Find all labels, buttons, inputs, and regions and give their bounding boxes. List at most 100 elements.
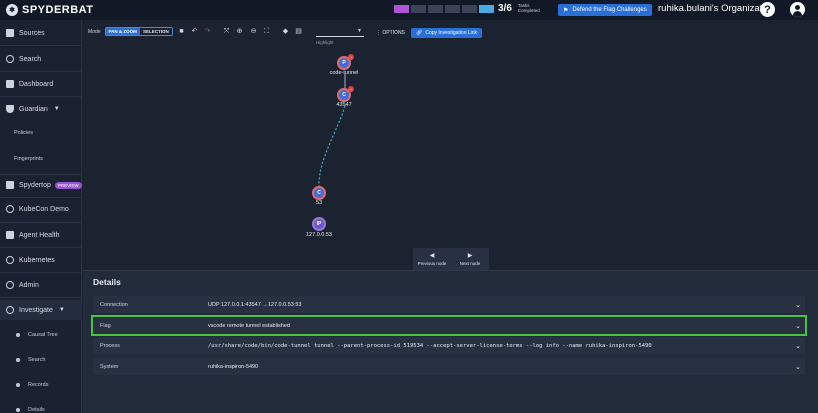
sidebar-item-label: Records <box>28 382 49 388</box>
sidebar-item-details[interactable]: Details <box>0 406 82 413</box>
details-title: Details <box>93 277 121 287</box>
tasks-count: 3/6 <box>498 3 512 14</box>
node-navigation-panel: ◀ Previous node ▶ Next node <box>413 248 489 270</box>
search-icon <box>6 55 14 63</box>
details-row-system[interactable]: System ruhika-inspiron-5490 ⌄ <box>93 358 805 375</box>
defend-flag-label: Defend the Flag Challenges <box>572 7 647 13</box>
chevron-down-icon[interactable]: ⌄ <box>791 363 805 371</box>
sidebar-item-investigate-search[interactable]: Search <box>0 356 82 364</box>
sidebar-item-guardian[interactable]: Guardian ▼ <box>0 104 82 114</box>
top-bar: ✱ SPYDERBAT 3/6 Tasks Completed ⚑ Defend… <box>0 0 818 20</box>
node-label: code-tunnel <box>329 70 359 76</box>
spydertop-icon <box>6 181 14 189</box>
defend-flag-button[interactable]: ⚑ Defend the Flag Challenges <box>558 4 652 16</box>
sidebar-item-label: Kubernetes <box>19 256 55 264</box>
node-label: 53 <box>315 200 323 206</box>
divider <box>0 247 82 248</box>
preview-badge: PREVIEW <box>54 181 82 189</box>
detail-key: System <box>100 363 119 370</box>
kubernetes-icon <box>6 256 14 264</box>
detail-key: Flag <box>100 322 111 329</box>
divider <box>0 272 82 273</box>
details-panel: Details Connection UDP 127.0.0.1:43547 →… <box>83 270 818 413</box>
node-glyph: IP <box>316 221 322 227</box>
node-glyph: C <box>317 190 321 196</box>
previous-node-button[interactable]: ◀ Previous node <box>413 248 451 270</box>
agent-health-icon <box>6 231 14 239</box>
node-glyph: P <box>342 60 346 66</box>
divider <box>0 96 82 97</box>
sidebar: Sources Search Dashboard Guardian ▼ Poli… <box>0 20 82 413</box>
details-row-connection[interactable]: Connection UDP 127.0.0.1:43547 →127.0.0.… <box>93 296 805 313</box>
sidebar-item-records[interactable]: Records <box>0 381 82 389</box>
alert-icon: ! <box>348 86 354 92</box>
details-row-process[interactable]: Process /usr/share/code/bin/code-tunnel … <box>93 337 805 354</box>
detail-key: Connection <box>100 301 128 308</box>
bullet-icon <box>16 333 20 337</box>
next-node-button[interactable]: ▶ Next node <box>451 248 489 270</box>
sidebar-item-fingerprints[interactable]: Fingerprints <box>0 154 82 164</box>
graph-node-ip[interactable]: IP <box>312 217 326 231</box>
next-node-label: Next node <box>459 261 481 266</box>
previous-node-label: Previous node <box>417 261 447 266</box>
node-label: 127.0.0.53 <box>306 232 332 238</box>
node-label: 43547 <box>336 102 352 108</box>
sidebar-item-label: Spydertop <box>19 181 51 189</box>
divider <box>0 174 82 175</box>
sidebar-item-label: Causal Tree <box>28 332 58 338</box>
sidebar-item-kubecon-demo[interactable]: KubeCon Demo <box>0 204 82 214</box>
divider <box>0 45 82 46</box>
dashboard-icon <box>6 80 14 88</box>
sidebar-item-sources[interactable]: Sources <box>0 28 82 38</box>
divider <box>0 222 82 223</box>
sidebar-item-investigate[interactable]: Investigate ▼ <box>0 300 82 320</box>
sidebar-item-admin[interactable]: Admin <box>0 280 82 290</box>
sidebar-item-agent-health[interactable]: Agent Health <box>0 230 82 240</box>
chevron-right-icon: ▶ <box>467 253 473 259</box>
divider <box>0 197 82 198</box>
sidebar-item-policies[interactable]: Policies <box>0 128 82 138</box>
chevron-down-icon[interactable]: ⌄ <box>791 342 805 350</box>
chevron-down-icon: ▼ <box>58 307 65 313</box>
investigation-canvas[interactable]: Mode PAN & ZOOM SELECTION ■ ↶ ↷ ⤧ ⊕ ⊖ ⛶ … <box>83 20 818 270</box>
progress-segment <box>462 5 477 13</box>
progress-segment <box>479 5 494 13</box>
sidebar-item-causal-tree[interactable]: Causal Tree <box>0 331 82 339</box>
sidebar-item-dashboard[interactable]: Dashboard <box>0 79 82 89</box>
alert-icon: ! <box>348 54 354 60</box>
bullet-icon <box>16 358 20 362</box>
details-row-flag[interactable]: Flag vscode remote tunnel established ⌄ <box>91 315 807 336</box>
progress-segment <box>394 5 409 13</box>
help-icon[interactable]: ? <box>760 2 775 17</box>
investigate-icon <box>6 306 14 314</box>
sidebar-item-kubernetes[interactable]: Kubernetes <box>0 255 82 265</box>
chevron-down-icon[interactable]: ⌄ <box>791 301 805 309</box>
node-glyph: C <box>342 92 346 98</box>
app-name: SPYDERBAT <box>22 4 94 16</box>
sidebar-item-label: Dashboard <box>19 80 54 88</box>
sidebar-item-spydertop[interactable]: Spydertop PREVIEW <box>0 180 82 190</box>
sidebar-item-label: Search <box>19 55 42 63</box>
detail-value: UDP 127.0.0.1:43547 →127.0.0.53:53 <box>208 301 302 308</box>
progress-segment <box>411 5 426 13</box>
sidebar-item-search[interactable]: Search <box>0 54 82 64</box>
tasks-progress-bar <box>394 5 496 13</box>
sidebar-item-label: Policies <box>14 130 33 136</box>
progress-segment <box>428 5 443 13</box>
logo[interactable]: ✱ SPYDERBAT <box>6 4 94 16</box>
detail-value: vscode remote tunnel established <box>208 322 290 329</box>
sidebar-item-label: Agent Health <box>19 231 60 239</box>
org-name[interactable]: ruhika.bulani's Organization <box>658 3 775 14</box>
chevron-down-icon[interactable]: ⌄ <box>791 322 805 330</box>
detail-value: ruhika-inspiron-5490 <box>208 363 259 370</box>
graph-node-connection[interactable]: C <box>312 186 326 200</box>
sidebar-item-label: Search <box>28 357 46 363</box>
flag-icon: ⚑ <box>563 7 569 14</box>
bullet-icon <box>16 408 20 412</box>
sidebar-item-label: Guardian <box>19 105 48 113</box>
progress-segment <box>445 5 460 13</box>
user-account-icon[interactable] <box>790 2 805 17</box>
graph-edge <box>318 105 346 187</box>
spyderbat-logo-icon: ✱ <box>6 4 18 16</box>
sidebar-item-label: Details <box>28 407 45 413</box>
